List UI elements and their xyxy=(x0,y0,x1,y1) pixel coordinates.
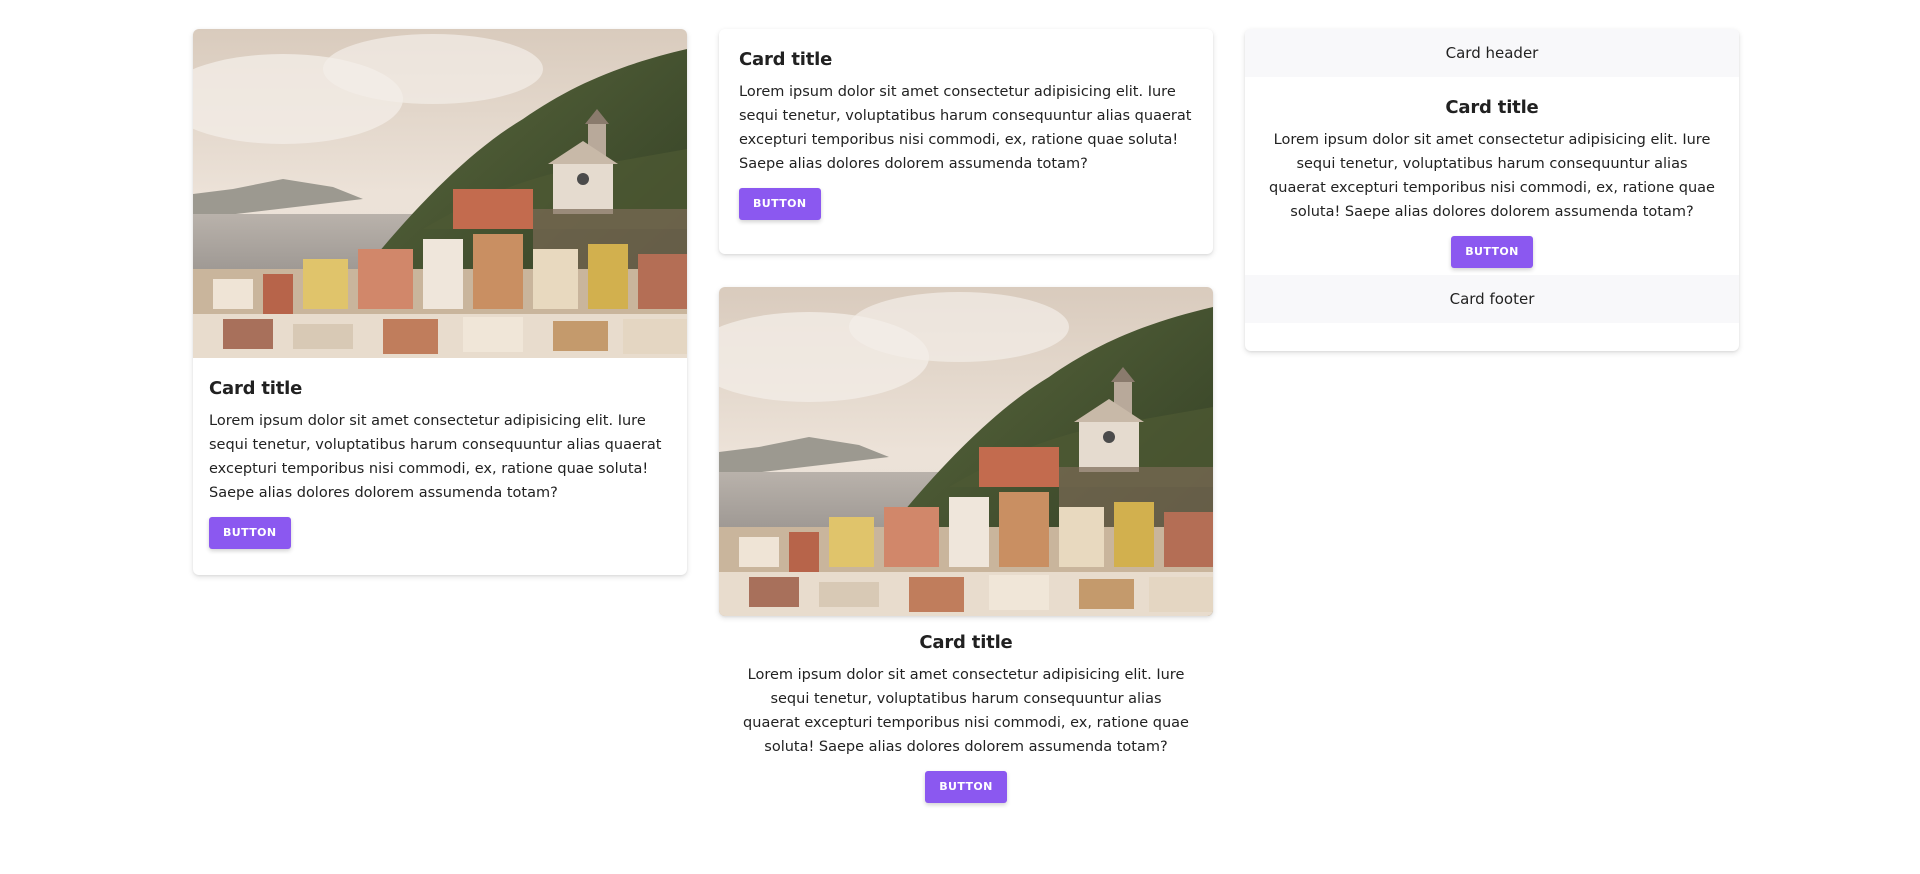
card-body: Card title Lorem ipsum dolor sit amet co… xyxy=(719,632,1213,803)
card-button[interactable]: Button xyxy=(209,517,291,549)
card-text: Lorem ipsum dolor sit amet consectetur a… xyxy=(739,84,1192,172)
page: Card title Lorem ipsum dolor sit amet co… xyxy=(0,0,1920,874)
card-title: Card title xyxy=(209,378,303,399)
card-title: Card title xyxy=(919,632,1013,653)
card-button[interactable]: Button xyxy=(739,188,821,220)
card-title: Card title xyxy=(1445,97,1539,118)
card-text: Lorem ipsum dolor sit amet consectetur a… xyxy=(1269,132,1715,220)
landscape-image xyxy=(719,287,1213,616)
card-text-only: Card title Lorem ipsum dolor sit amet co… xyxy=(719,29,1213,254)
card-button[interactable]: Button xyxy=(1451,236,1533,268)
card-button[interactable]: Button xyxy=(925,771,1007,803)
card-image xyxy=(193,29,687,358)
card-header: Card header xyxy=(1245,29,1739,77)
card-body: Card title Lorem ipsum dolor sit amet co… xyxy=(719,29,1213,220)
card-header-footer: Card header Card title Lorem ipsum dolor… xyxy=(1245,29,1739,351)
card-title: Card title xyxy=(739,49,833,70)
card-image xyxy=(719,287,1213,616)
card-centered-body: Card title Lorem ipsum dolor sit amet co… xyxy=(719,632,1213,803)
card-footer: Card footer xyxy=(1245,275,1739,323)
card-image-top: Card title Lorem ipsum dolor sit amet co… xyxy=(193,29,687,575)
card-body: Card title Lorem ipsum dolor sit amet co… xyxy=(1245,77,1739,275)
card-text: Lorem ipsum dolor sit amet consectetur a… xyxy=(209,413,662,501)
card-body: Card title Lorem ipsum dolor sit amet co… xyxy=(193,358,687,549)
landscape-image xyxy=(193,29,687,358)
card-text: Lorem ipsum dolor sit amet consectetur a… xyxy=(743,667,1189,755)
